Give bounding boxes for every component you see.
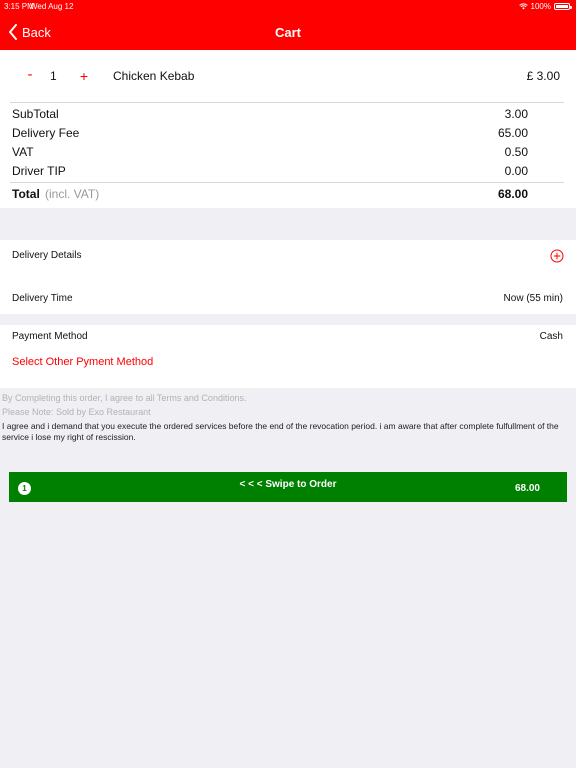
item-price: £ 3.00 [526, 69, 560, 83]
status-indicators: 100% [518, 2, 572, 11]
delivery-details-label: Delivery Details [12, 250, 82, 261]
battery-icon [554, 3, 572, 10]
swipe-to-order-button[interactable]: 1 < < < Swipe to Order 68.00 [9, 472, 567, 502]
subtotal-value: 3.00 [504, 107, 528, 121]
subtotal-label: SubTotal [12, 107, 59, 121]
decrease-quantity-button[interactable]: - [24, 66, 36, 83]
status-date: Wed Aug 12 [30, 2, 74, 11]
terms-text: By Completing this order, I agree to all… [2, 393, 247, 403]
add-delivery-details-button[interactable] [550, 249, 564, 263]
delivery-fee-label: Delivery Fee [12, 126, 80, 140]
payment-method-label: Payment Method [12, 331, 88, 342]
battery-percent: 100% [530, 2, 551, 11]
swipe-total: 68.00 [514, 483, 540, 494]
total-label: Total [12, 187, 40, 201]
delivery-card [0, 240, 576, 314]
swipe-label: < < < Swipe to Order [239, 479, 337, 490]
total-vat-note: (incl. VAT) [45, 187, 100, 201]
delivery-time-label: Delivery Time [12, 293, 73, 304]
page-title: Cart [274, 25, 301, 40]
delivery-fee-value: 65.00 [497, 126, 528, 140]
item-name: Chicken Kebab [113, 69, 195, 83]
divider [10, 182, 564, 183]
driver-tip-label: Driver TIP [12, 164, 66, 178]
vat-value: 0.50 [504, 145, 528, 159]
agreement-text: I agree and i demand that you execute th… [2, 421, 559, 442]
quantity-value: 1 [50, 69, 57, 83]
increase-quantity-button[interactable]: + [77, 68, 91, 84]
vat-label: VAT [12, 145, 34, 159]
total-value: 68.00 [497, 187, 528, 201]
driver-tip-value: 0.00 [504, 164, 528, 178]
seller-note: Please Note: Sold by Exo Restaurant [2, 407, 151, 417]
payment-method-value: Cash [539, 331, 563, 342]
delivery-time-value[interactable]: Now (55 min) [504, 293, 563, 304]
divider [10, 102, 564, 103]
wifi-icon [518, 3, 528, 10]
select-other-payment-link[interactable]: Select Other Pyment Method [12, 356, 153, 368]
